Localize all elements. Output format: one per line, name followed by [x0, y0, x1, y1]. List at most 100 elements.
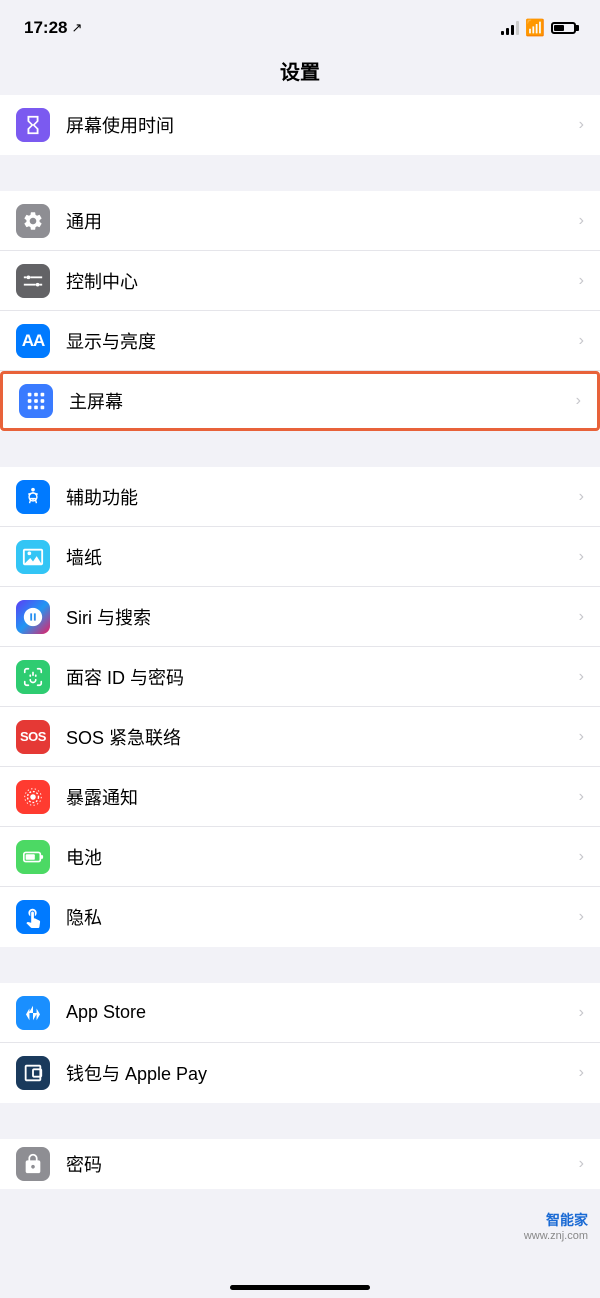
settings-group-store: App Store › 钱包与 Apple Pay › — [0, 983, 600, 1103]
sos-text: SOS — [20, 729, 46, 744]
siri-icon — [16, 600, 50, 634]
password-chevron: › — [579, 1155, 584, 1173]
settings-group-features: 辅助功能 › 墙纸 › Siri 与搜索 › — [0, 467, 600, 947]
group-gap-2 — [0, 431, 600, 467]
appstore-chevron: › — [579, 1004, 584, 1022]
settings-row-password[interactable]: 密码 › — [0, 1139, 600, 1189]
home-screen-icon — [19, 384, 53, 418]
accessibility-svg — [22, 486, 44, 508]
settings-row-screentime[interactable]: 屏幕使用时间 › — [0, 95, 600, 155]
exposure-label: 暴露通知 — [66, 784, 579, 810]
display-icon: AA — [16, 324, 50, 358]
group-gap-3 — [0, 947, 600, 983]
wallpaper-label: 墙纸 — [66, 544, 579, 570]
display-label: 显示与亮度 — [66, 328, 579, 354]
hourglass-svg — [22, 114, 44, 136]
general-chevron: › — [579, 212, 584, 230]
home-indicator — [230, 1285, 370, 1290]
watermark: 智能家 www.znj.com — [524, 1210, 588, 1242]
status-bar: 17:28 ↗ 📶 — [0, 0, 600, 50]
settings-row-privacy[interactable]: 隐私 › — [0, 887, 600, 947]
settings-row-control-center[interactable]: 控制中心 › — [0, 251, 600, 311]
wallpaper-icon — [16, 540, 50, 574]
control-center-label: 控制中心 — [66, 268, 579, 294]
sos-chevron: › — [579, 728, 584, 746]
face-id-svg — [22, 666, 44, 688]
status-icons: 📶 — [501, 18, 576, 38]
wallet-chevron: › — [579, 1064, 584, 1082]
page-title: 设置 — [0, 50, 600, 95]
signal-icon — [501, 21, 519, 35]
settings-group-password: 密码 › — [0, 1139, 600, 1189]
appstore-svg — [22, 1002, 44, 1024]
wallpaper-svg — [22, 546, 44, 568]
settings-row-accessibility[interactable]: 辅助功能 › — [0, 467, 600, 527]
accessibility-label: 辅助功能 — [66, 484, 579, 510]
wallet-icon — [16, 1056, 50, 1090]
screen-time-label: 屏幕使用时间 — [66, 112, 579, 138]
battery-status-icon — [551, 22, 576, 34]
settings-row-display[interactable]: AA 显示与亮度 › — [0, 311, 600, 371]
watermark-url: www.znj.com — [524, 1230, 588, 1242]
privacy-chevron: › — [579, 908, 584, 926]
password-icon — [16, 1147, 50, 1181]
password-svg — [22, 1153, 44, 1175]
siri-svg — [22, 606, 44, 628]
settings-group-display: 通用 › 控制中心 › AA 显示与亮度 › — [0, 191, 600, 431]
control-center-chevron: › — [579, 272, 584, 290]
display-chevron: › — [579, 332, 584, 350]
settings-row-appstore[interactable]: App Store › — [0, 983, 600, 1043]
general-icon — [16, 204, 50, 238]
settings-row-face-id[interactable]: 面容 ID 与密码 › — [0, 647, 600, 707]
wallet-label: 钱包与 Apple Pay — [66, 1060, 579, 1086]
exposure-icon — [16, 780, 50, 814]
face-id-chevron: › — [579, 668, 584, 686]
location-arrow-icon: ↗ — [71, 20, 82, 36]
sos-label: SOS 紧急联络 — [66, 724, 579, 750]
face-id-icon — [16, 660, 50, 694]
control-center-icon — [16, 264, 50, 298]
watermark-title: 智能家 — [546, 1210, 588, 1230]
accessibility-icon — [16, 480, 50, 514]
settings-group-top: 屏幕使用时间 › — [0, 95, 600, 155]
settings-row-siri[interactable]: Siri 与搜索 › — [0, 587, 600, 647]
siri-label: Siri 与搜索 — [66, 604, 579, 630]
settings-row-sos[interactable]: SOS SOS 紧急联络 › — [0, 707, 600, 767]
wallpaper-chevron: › — [579, 548, 584, 566]
gear-svg — [22, 210, 44, 232]
settings-row-battery[interactable]: 电池 › — [0, 827, 600, 887]
home-screen-label: 主屏幕 — [69, 388, 576, 414]
siri-chevron: › — [579, 608, 584, 626]
screen-time-chevron: › — [579, 116, 584, 134]
group-gap-4 — [0, 1103, 600, 1139]
appstore-icon — [16, 996, 50, 1030]
settings-row-general[interactable]: 通用 › — [0, 191, 600, 251]
battery-label: 电池 — [66, 844, 579, 870]
sliders-svg — [22, 270, 44, 292]
screen-time-icon — [16, 108, 50, 142]
settings-row-wallpaper[interactable]: 墙纸 › — [0, 527, 600, 587]
exposure-chevron: › — [579, 788, 584, 806]
battery-svg — [22, 846, 44, 868]
face-id-label: 面容 ID 与密码 — [66, 664, 579, 690]
exposure-svg — [22, 786, 44, 808]
settings-row-exposure[interactable]: 暴露通知 › — [0, 767, 600, 827]
battery-icon — [16, 840, 50, 874]
accessibility-chevron: › — [579, 488, 584, 506]
wifi-icon: 📶 — [525, 18, 545, 38]
sos-icon: SOS — [16, 720, 50, 754]
home-screen-chevron: › — [576, 392, 581, 410]
settings-row-wallet[interactable]: 钱包与 Apple Pay › — [0, 1043, 600, 1103]
password-label: 密码 — [66, 1151, 579, 1177]
privacy-label: 隐私 — [66, 904, 579, 930]
privacy-icon — [16, 900, 50, 934]
wallet-svg — [22, 1062, 44, 1084]
grid-svg — [25, 390, 47, 412]
general-label: 通用 — [66, 208, 579, 234]
group-gap-1 — [0, 155, 600, 191]
status-time: 17:28 — [24, 18, 67, 38]
settings-row-home-screen[interactable]: 主屏幕 › — [0, 371, 600, 431]
appstore-label: App Store — [66, 1002, 579, 1023]
hand-svg — [22, 906, 44, 928]
aa-text: AA — [22, 331, 45, 351]
